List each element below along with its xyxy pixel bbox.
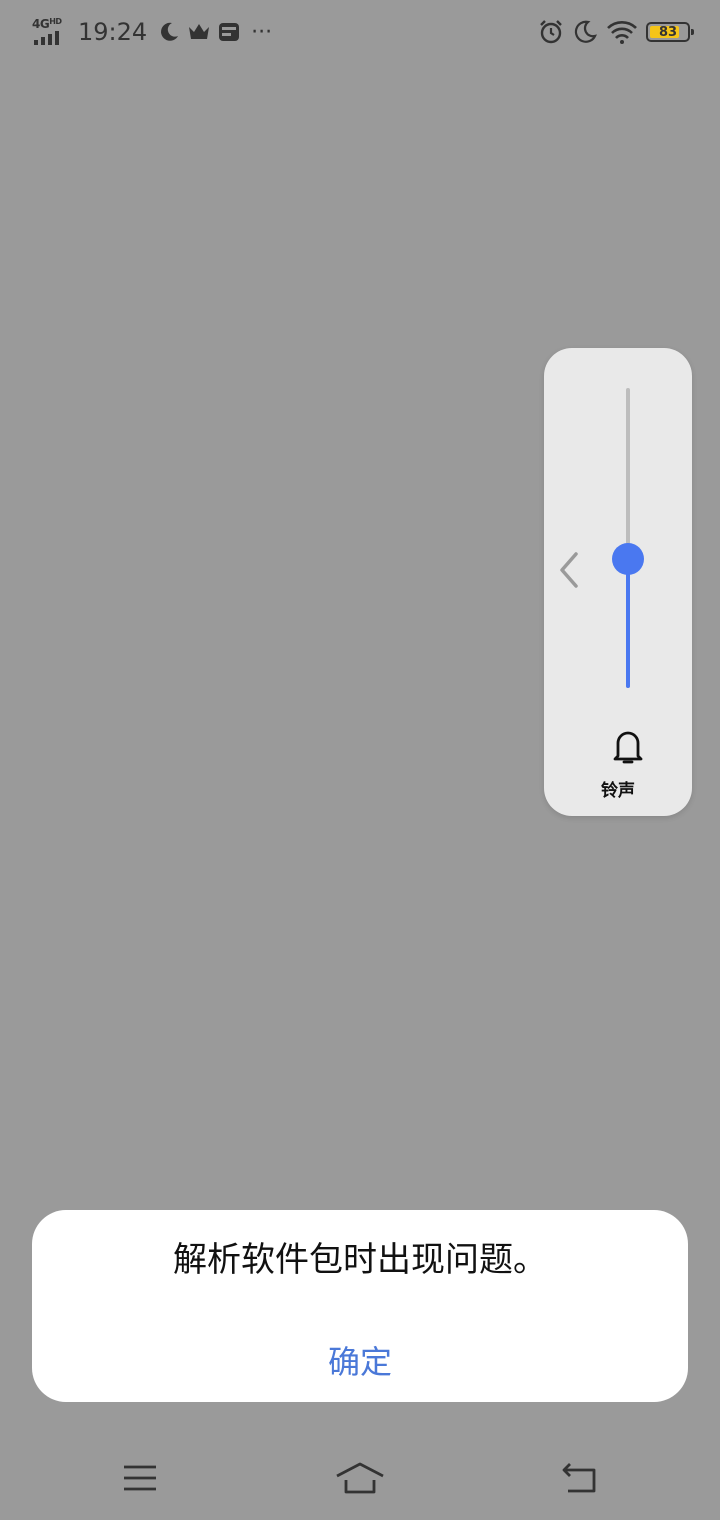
moon-icon bbox=[161, 22, 179, 41]
navigation-bar bbox=[0, 1440, 720, 1520]
back-icon bbox=[562, 1463, 596, 1493]
volume-slider-thumb[interactable] bbox=[612, 543, 644, 575]
volume-slider[interactable] bbox=[612, 388, 644, 688]
volume-slider-fill bbox=[626, 559, 630, 688]
confirm-button[interactable]: 确定 bbox=[260, 1334, 460, 1390]
crown-icon bbox=[189, 24, 210, 39]
wifi-icon bbox=[607, 21, 637, 44]
status-time: 19:24 bbox=[78, 18, 148, 46]
menu-button[interactable] bbox=[110, 1454, 170, 1502]
overflow-indicator: ··· bbox=[251, 19, 273, 45]
home-button[interactable] bbox=[330, 1454, 390, 1502]
battery-percent: 83 bbox=[658, 24, 678, 40]
volume-stream-label: 铃声 bbox=[601, 781, 635, 801]
signal-icon: 4GHD bbox=[32, 17, 68, 47]
home-icon bbox=[336, 1462, 384, 1494]
card-icon bbox=[219, 23, 240, 41]
volume-panel: 铃声 bbox=[544, 348, 692, 816]
moon-icon bbox=[574, 20, 597, 43]
back-button[interactable] bbox=[550, 1454, 610, 1502]
status-left: 4GHD 19:24 ··· bbox=[32, 14, 272, 50]
bell-icon[interactable] bbox=[610, 726, 646, 766]
dialog-message: 解析软件包时出现问题。 bbox=[173, 1240, 547, 1280]
battery-icon: 83 bbox=[646, 22, 694, 42]
error-dialog: 解析软件包时出现问题。 确定 bbox=[32, 1210, 688, 1402]
status-right: 83 bbox=[538, 14, 694, 50]
alarm-icon bbox=[540, 20, 562, 44]
status-bar: 4GHD 19:24 ··· 83 bbox=[0, 0, 720, 64]
menu-icon bbox=[124, 1465, 156, 1491]
chevron-left-icon[interactable] bbox=[550, 548, 586, 592]
